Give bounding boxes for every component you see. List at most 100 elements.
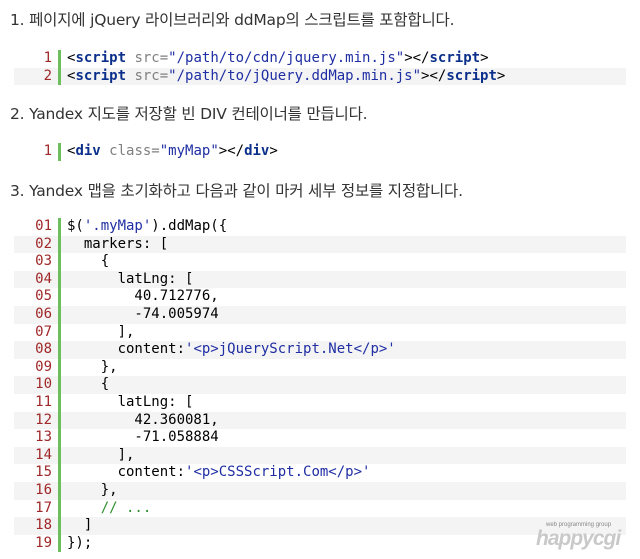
code-block-include-scripts: 1 <script src="/path/to/cdn/jquery.min.js… bbox=[14, 50, 626, 86]
code-line: 16 }, bbox=[14, 481, 626, 500]
line-number: 14 bbox=[35, 446, 52, 463]
line-number: 09 bbox=[35, 358, 52, 375]
line-number: 01 bbox=[35, 218, 52, 234]
code-token: $( bbox=[67, 218, 84, 234]
code-token: '.myMap' bbox=[83, 218, 152, 234]
line-number: 02 bbox=[35, 235, 52, 252]
code-token: ] bbox=[67, 517, 93, 534]
code-text: content:'<p>jQueryScript.Net</p>' bbox=[61, 341, 396, 359]
code-token: }, bbox=[67, 358, 118, 375]
code-text: // ... bbox=[61, 499, 152, 518]
code-token: ></ bbox=[421, 67, 447, 84]
code-token: script bbox=[429, 50, 481, 66]
code-token: script bbox=[446, 67, 497, 84]
line-number: 18 bbox=[35, 517, 52, 534]
code-token: content: bbox=[67, 341, 186, 358]
step-1-text: 1. 페이지에 jQuery 라이브러리와 ddMap의 스크립트를 포함합니다… bbox=[10, 11, 455, 29]
code-token: latLng: [ bbox=[67, 393, 194, 410]
code-line: 14 ], bbox=[14, 446, 626, 465]
code-line: 01 $('.myMap').ddMap({ bbox=[14, 218, 626, 236]
line-number: 11 bbox=[35, 393, 52, 410]
line-number: 17 bbox=[35, 499, 52, 516]
code-text: }, bbox=[61, 482, 118, 500]
step-3-text: 3. Yandex 맵을 초기화하고 다음과 같이 마커 세부 정보를 지정합니… bbox=[10, 182, 463, 200]
line-number: 2 bbox=[43, 67, 52, 84]
code-line: 17 // ... bbox=[14, 499, 626, 518]
happycgi-watermark-logo: web programming group happycgi bbox=[530, 522, 630, 552]
code-token: // ... bbox=[100, 499, 152, 516]
code-token: -71.058884 bbox=[67, 429, 219, 446]
code-token: script bbox=[75, 67, 127, 84]
code-line: 05 40.712776, bbox=[14, 288, 626, 306]
code-line: 03 { bbox=[14, 253, 626, 271]
code-token: markers: [ bbox=[67, 235, 169, 252]
code-text: ], bbox=[61, 323, 135, 342]
line-number: 07 bbox=[35, 323, 52, 340]
code-text: 42.360081, bbox=[61, 411, 219, 430]
line-number: 12 bbox=[35, 411, 52, 428]
code-block-container-div: 1 <div class="myMap"></div> bbox=[14, 143, 626, 161]
code-line: 09 }, bbox=[14, 358, 626, 377]
code-line: 02 markers: [ bbox=[14, 235, 626, 254]
code-token: { bbox=[67, 253, 110, 270]
line-number: 16 bbox=[35, 481, 52, 498]
code-block-init-map: 01 $('.myMap').ddMap({02 markers: [03 {04… bbox=[14, 218, 626, 553]
code-token: 40.712776, bbox=[67, 288, 219, 305]
code-text: -71.058884 bbox=[61, 429, 219, 447]
code-line: 15 content:'<p>CSSScript.Com</p>' bbox=[14, 464, 626, 482]
code-token: ></ bbox=[404, 50, 430, 66]
line-number: 04 bbox=[35, 270, 52, 287]
code-text: { bbox=[61, 253, 109, 271]
code-line: 1 <script src="/path/to/cdn/jquery.min.js… bbox=[14, 50, 626, 68]
code-token: ).ddMap({ bbox=[151, 218, 228, 234]
code-token: src= bbox=[126, 67, 169, 84]
watermark-brand: happycgi bbox=[536, 527, 621, 550]
code-token: > bbox=[269, 143, 278, 159]
step-2-text: 2. Yandex 지도를 저장할 빈 DIV 컨테이너를 만듭니다. bbox=[10, 105, 368, 123]
line-number: 1 bbox=[43, 50, 52, 66]
line-number: 03 bbox=[35, 253, 52, 270]
code-token: "/path/to/jQuery.ddMap.min.js" bbox=[168, 67, 422, 84]
code-token: div bbox=[244, 143, 270, 159]
code-text: }); bbox=[61, 535, 92, 553]
code-token: 42.360081, bbox=[67, 411, 219, 428]
code-token: content: bbox=[67, 464, 186, 481]
code-token: latLng: [ bbox=[67, 270, 194, 287]
code-line: 10 { bbox=[14, 376, 626, 394]
code-token: ], bbox=[67, 323, 135, 340]
line-number: 1 bbox=[43, 143, 52, 159]
code-token: "myMap" bbox=[159, 143, 219, 159]
code-line: 04 latLng: [ bbox=[14, 270, 626, 289]
code-token: }); bbox=[67, 534, 93, 551]
code-line: 12 42.360081, bbox=[14, 411, 626, 430]
code-token: script bbox=[75, 50, 127, 66]
code-text: latLng: [ bbox=[61, 393, 194, 412]
line-number: 10 bbox=[35, 376, 52, 393]
code-line: 1 <div class="myMap"></div> bbox=[14, 143, 626, 161]
line-number: 15 bbox=[35, 464, 52, 481]
code-token: '<p>jQueryScript.Net</p>' bbox=[185, 341, 396, 358]
code-line: 11 latLng: [ bbox=[14, 393, 626, 412]
code-text: }, bbox=[61, 359, 118, 377]
code-line: 08 content:'<p>jQueryScript.Net</p>' bbox=[14, 341, 626, 359]
code-text: -74.005974 bbox=[61, 306, 218, 324]
line-number: 06 bbox=[35, 305, 52, 322]
code-text: ] bbox=[61, 517, 92, 535]
code-token: { bbox=[67, 376, 110, 393]
code-line: 2 <script src="/path/to/jQuery.ddMap.min.… bbox=[14, 67, 626, 86]
line-number: 05 bbox=[35, 288, 52, 305]
code-token: > bbox=[480, 50, 489, 66]
code-line: 13 -71.058884 bbox=[14, 429, 626, 447]
code-token: class= bbox=[100, 143, 160, 159]
code-line: 06 -74.005974 bbox=[14, 305, 626, 324]
code-text: ], bbox=[61, 447, 135, 465]
code-text: markers: [ bbox=[61, 236, 168, 254]
line-number: 19 bbox=[35, 534, 52, 551]
code-text: 40.712776, bbox=[61, 288, 219, 306]
code-token: }, bbox=[67, 481, 118, 498]
code-text: latLng: [ bbox=[61, 270, 194, 289]
code-token: "/path/to/cdn/jquery.min.js" bbox=[168, 50, 405, 66]
code-text: <div class="myMap"></div> bbox=[61, 143, 278, 161]
line-number: 08 bbox=[35, 341, 52, 358]
